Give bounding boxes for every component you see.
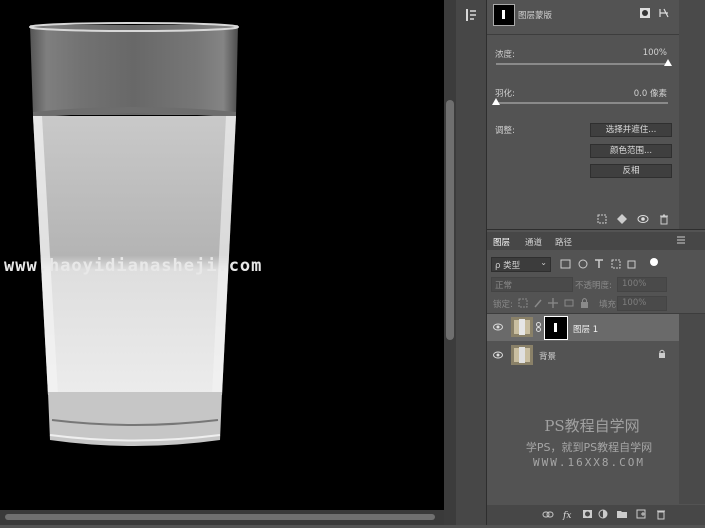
blend-mode-select[interactable]: 正常 xyxy=(491,277,573,292)
opacity-input[interactable]: 100% xyxy=(617,277,667,292)
delete-layer-icon xyxy=(657,510,665,520)
site-watermark-subtitle: 学PS，就到PS教程自学网 xyxy=(525,441,653,454)
canvas-watermark-text: www.haoyidianasheji.com xyxy=(4,256,263,276)
layer-row-background[interactable]: 背景 xyxy=(487,342,679,368)
adjustment-layer-icon xyxy=(598,509,608,519)
adjust-label: 调整: xyxy=(495,126,515,136)
filter-label: ρ 类型 xyxy=(495,261,521,271)
opacity-label: 不透明度: xyxy=(575,281,612,291)
chain-link-icon[interactable] xyxy=(536,322,541,332)
fill-input[interactable]: 100% xyxy=(617,296,667,311)
layer1-name[interactable]: 图层 1 xyxy=(573,323,598,335)
layers-bottom-toolbar: fx xyxy=(487,505,705,525)
opacity-value: 100% xyxy=(622,279,647,289)
layers-scroll-area xyxy=(679,314,705,504)
apply-mask-icon[interactable] xyxy=(616,213,628,225)
lock-icons[interactable] xyxy=(517,297,602,309)
vertical-scroll-thumb[interactable] xyxy=(446,100,454,340)
new-layer-icon xyxy=(636,509,646,519)
filter-icons xyxy=(559,258,659,270)
panel-icon-strip xyxy=(456,0,487,525)
feather-slider-handle[interactable] xyxy=(492,98,500,105)
mask-title: 图层蒙版 xyxy=(518,11,553,21)
background-thumbnail xyxy=(511,345,533,365)
lock-icon xyxy=(658,349,666,362)
glass-image xyxy=(29,22,239,446)
density-slider-handle[interactable] xyxy=(664,59,672,66)
layer1-thumbnail xyxy=(511,317,533,337)
fx-icon: fx xyxy=(562,511,571,521)
feather-value[interactable]: 0.0 像素 xyxy=(607,87,667,99)
select-and-mask-button[interactable]: 选择并遮住... xyxy=(590,123,672,137)
vector-mask-icon[interactable] xyxy=(658,7,670,19)
background-visibility-eye-icon[interactable] xyxy=(493,351,503,362)
feather-slider[interactable] xyxy=(496,102,668,104)
filter-toggle-icon[interactable] xyxy=(650,258,658,266)
lock-label: 锁定: xyxy=(493,300,513,310)
horizontal-scroll-thumb[interactable] xyxy=(5,514,435,520)
site-watermark-url: WWW.16XX8.COM xyxy=(532,456,646,469)
invert-button[interactable]: 反相 xyxy=(590,164,672,178)
document-canvas[interactable]: www.haoyidianasheji.com xyxy=(0,0,444,510)
panel-menu-icon[interactable] xyxy=(676,236,686,244)
mask-thumbnail-properties xyxy=(493,4,515,26)
load-selection-icon[interactable] xyxy=(597,214,607,224)
blend-mode-value: 正常 xyxy=(495,281,513,291)
site-watermark-title: PS教程自学网 xyxy=(544,417,640,435)
layers-tab-bar xyxy=(487,232,705,250)
vertical-scrollbar[interactable] xyxy=(444,0,456,525)
horizontal-scrollbar[interactable] xyxy=(0,510,444,525)
chevron-down-icon: ⌄ xyxy=(540,258,547,267)
link-layers-icon xyxy=(542,511,554,518)
fill-value: 100% xyxy=(622,298,647,308)
properties-scroll-area xyxy=(679,0,705,230)
visibility-eye-icon[interactable] xyxy=(637,214,649,224)
layer-visibility-eye-icon[interactable] xyxy=(493,323,503,334)
add-mask-icon xyxy=(583,510,592,518)
history-icon[interactable] xyxy=(464,8,478,22)
color-range-button[interactable]: 颜色范围... xyxy=(590,144,672,158)
tab-paths[interactable]: 路径 xyxy=(555,236,572,248)
delete-mask-icon[interactable] xyxy=(659,214,669,225)
layer-row-layer1[interactable]: 图层 1 xyxy=(487,314,679,341)
background-name[interactable]: 背景 xyxy=(539,350,556,362)
fill-label: 填充: xyxy=(599,300,619,310)
layer-filter-select[interactable]: ρ 类型 ⌄ xyxy=(491,257,551,272)
tab-channels[interactable]: 通道 xyxy=(525,236,542,248)
layer1-mask-thumbnail[interactable] xyxy=(544,316,568,340)
right-panels: 图层蒙版 浓度: 100% 羽化: 0.0 像素 调整: 选择并遮住... 颜色… xyxy=(487,0,705,525)
density-label: 浓度: xyxy=(495,50,515,60)
density-slider[interactable] xyxy=(496,63,668,65)
new-group-icon xyxy=(617,511,627,518)
tab-layers[interactable]: 图层 xyxy=(493,236,510,248)
pixel-mask-icon[interactable] xyxy=(639,7,651,19)
density-value[interactable]: 100% xyxy=(629,48,667,58)
